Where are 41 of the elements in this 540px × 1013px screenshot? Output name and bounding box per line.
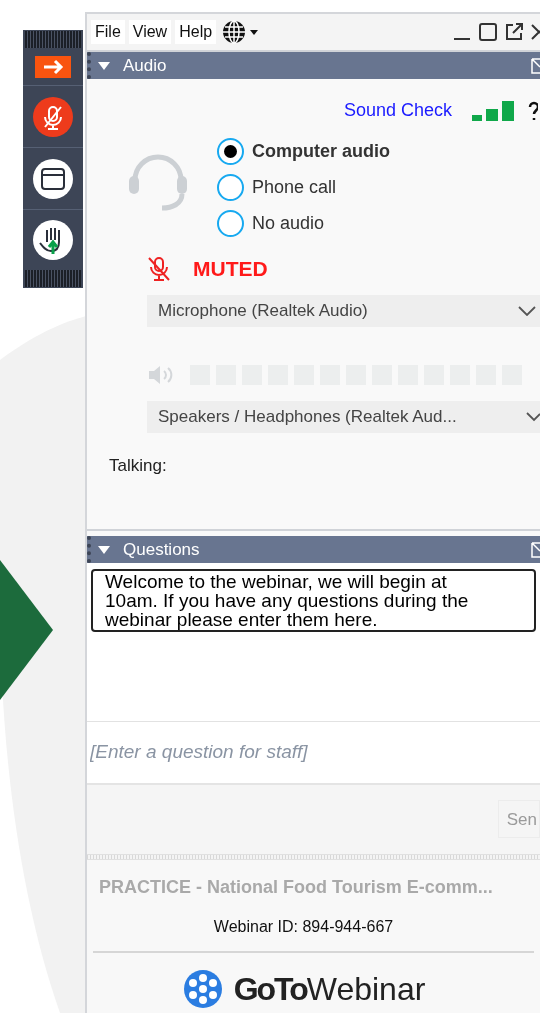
close-icon[interactable] <box>531 22 540 41</box>
menu-item[interactable]: Help <box>175 19 217 44</box>
maximize-icon[interactable] <box>479 22 497 41</box>
radio-button[interactable] <box>217 174 244 202</box>
question-input[interactable]: [Enter a question for staff] <box>87 722 540 785</box>
speakers-dropdown[interactable]: Speakers / Headphones (Realtek Aud... <box>147 400 540 433</box>
popout-icon[interactable] <box>505 22 523 41</box>
radio-button[interactable] <box>217 138 244 166</box>
microphone-dropdown[interactable]: Microphone (Realtek Audio) <box>147 294 540 327</box>
webinar-title: PRACTICE - National Food Tourism E-comm... <box>99 876 494 899</box>
chevron-down-icon <box>526 411 540 422</box>
webinar-id: Webinar ID: 894-944-667 <box>213 917 394 937</box>
chat-message: Welcome to the webinar, we will begin at 10am. If you have any questions during the webinar please enter them here. <box>91 569 536 633</box>
radio-button[interactable] <box>217 210 244 238</box>
chevron-down-icon <box>518 305 536 316</box>
headset-icon <box>127 152 189 213</box>
panel-title: Questions <box>123 538 200 561</box>
speaker-icon <box>147 364 175 385</box>
questions-header[interactable]: Questions <box>87 535 540 564</box>
muted-microphone-icon[interactable] <box>33 96 73 137</box>
muted-microphone-icon <box>147 256 171 283</box>
audio-header[interactable]: Audio <box>87 51 540 80</box>
talking-label: Talking: <box>109 454 168 477</box>
signal-icon <box>472 100 516 121</box>
muted-status: MUTED <box>193 256 268 283</box>
collapse-icon <box>97 544 111 555</box>
brand-name: GoToWebinar <box>233 970 426 1009</box>
menu-item[interactable]: View <box>128 19 172 44</box>
panel-title: Audio <box>123 54 167 77</box>
collapse-icon <box>97 60 111 71</box>
audio-option[interactable]: Phone call <box>217 174 390 202</box>
grip-handle[interactable] <box>25 270 81 287</box>
sound-check-link[interactable]: Sound Check <box>343 97 452 125</box>
logo-icon <box>181 968 224 1010</box>
audio-option[interactable]: No audio <box>217 210 390 238</box>
menu-item[interactable]: File <box>91 19 125 44</box>
help-icon[interactable] <box>528 100 538 121</box>
window-icon[interactable] <box>33 158 73 199</box>
raise-hand-icon[interactable] <box>33 220 73 260</box>
audio-option[interactable]: Computer audio <box>217 138 390 166</box>
grip-handle[interactable] <box>25 31 81 48</box>
